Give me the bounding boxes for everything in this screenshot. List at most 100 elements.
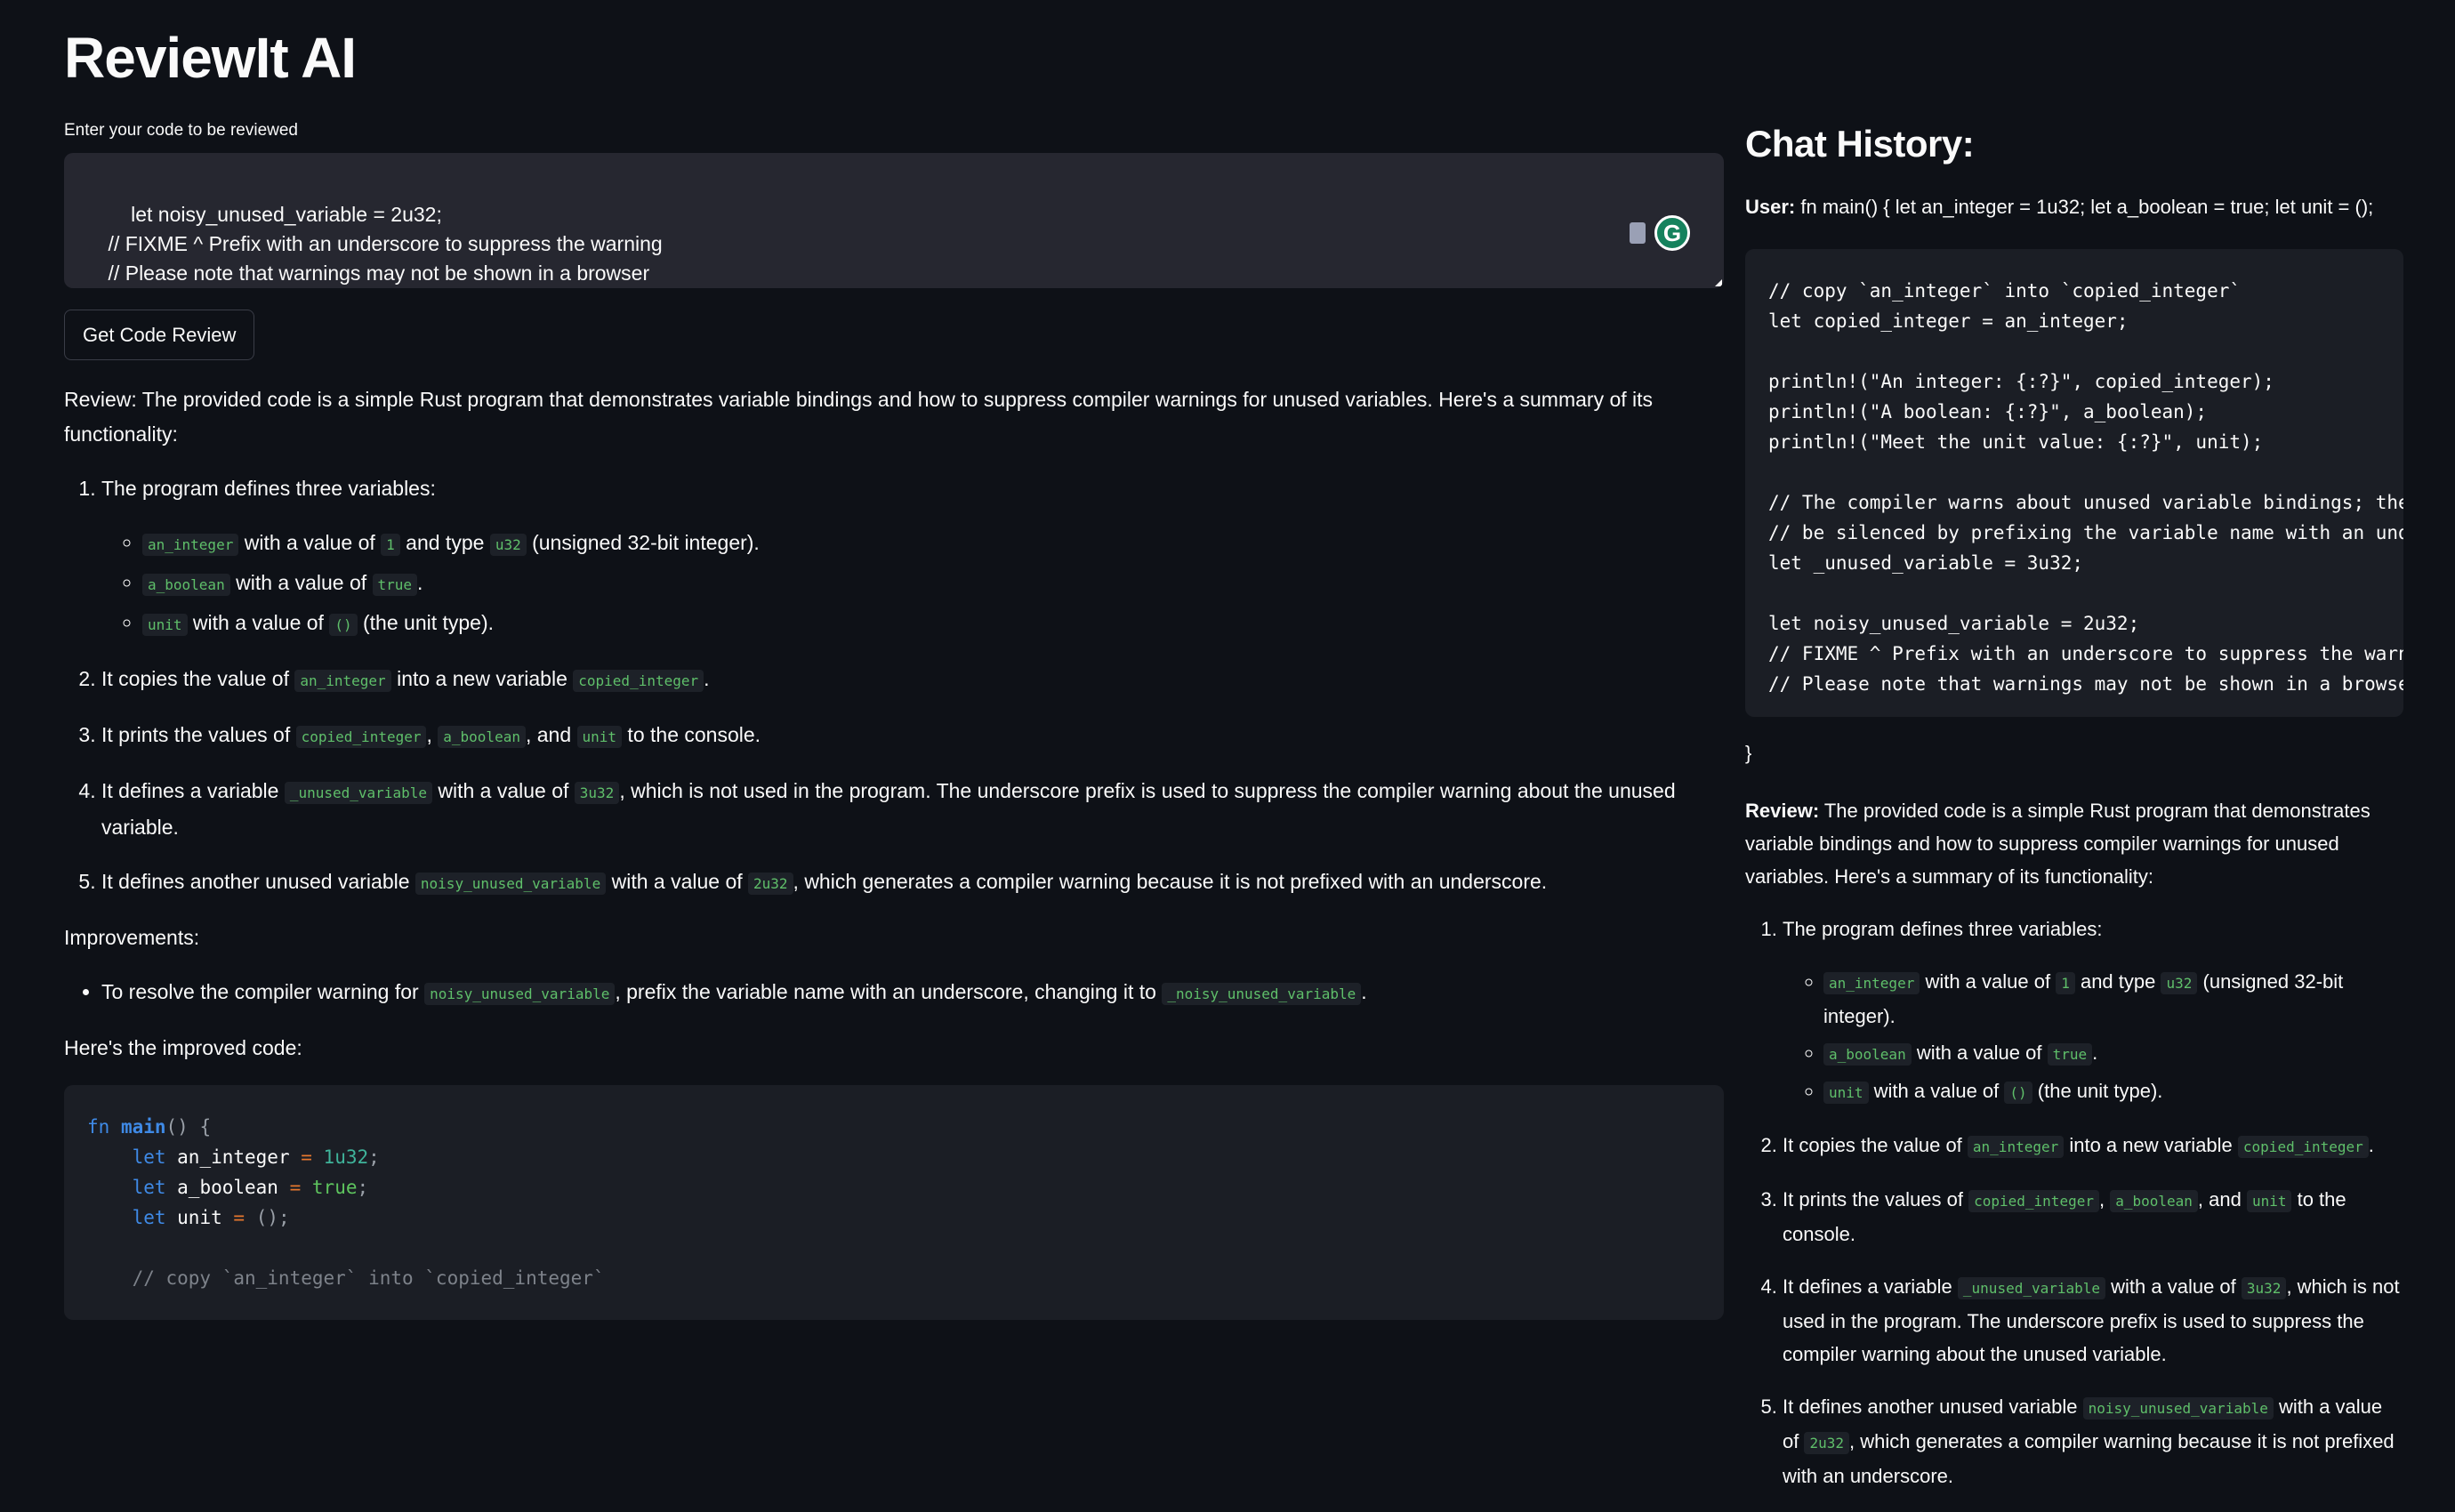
inline-code: u32 [2161, 972, 2198, 994]
text-segment: (the unit type). [357, 611, 495, 634]
user-label: User: [1745, 196, 1796, 218]
inline-code: () [2004, 1082, 2032, 1104]
text-segment: (the unit type). [2032, 1080, 2163, 1102]
chat-review-intro: Review: The provided code is a simple Ru… [1745, 794, 2403, 893]
text-segment: Review: The provided code is a simple Ru… [64, 388, 1654, 446]
list-item: It prints the values of copied_integer , … [1783, 1183, 2403, 1251]
inline-code: noisy_unused_variable [424, 983, 616, 1005]
text-segment: It defines a variable [1783, 1275, 1958, 1298]
text-segment: The program defines three variables: [1783, 918, 2103, 940]
list-item: It defines a variable _unused_variable w… [1783, 1270, 2403, 1371]
inline-code: copied_integer [1968, 1190, 2099, 1212]
code-token: // copy `an_integer` into `copied_intege… [87, 1267, 605, 1289]
user-text: fn main() { let an_integer = 1u32; let a… [1795, 196, 2374, 218]
improved-code-block: fn main() { let an_integer = 1u32; let a… [64, 1085, 1724, 1320]
code-token: a_boolean [165, 1177, 290, 1198]
text-segment: with a value of [431, 779, 575, 802]
text-segment: . [2368, 1134, 2374, 1156]
text-segment: with a value of [187, 611, 330, 634]
inline-code: u32 [489, 534, 527, 556]
code-token: main [120, 1116, 166, 1138]
inline-code: 2u32 [748, 873, 793, 895]
code-token: = [233, 1207, 246, 1228]
code-input[interactable]: let noisy_unused_variable = 2u32; // FIX… [64, 153, 1724, 288]
text-segment: . [704, 667, 710, 690]
inline-code: an_integer [1967, 1136, 2065, 1158]
inline-code: noisy_unused_variable [2082, 1397, 2274, 1420]
improved-code-label: Here's the improved code: [64, 1036, 302, 1059]
text-segment: It defines a variable [101, 779, 285, 802]
text-segment: into a new variable [2064, 1134, 2238, 1156]
code-token: true [311, 1177, 358, 1198]
chat-code-block: // copy `an_integer` into `copied_intege… [1745, 249, 2403, 717]
review-label: Review: [1745, 800, 1820, 822]
inline-code: a_boolean [438, 726, 526, 748]
inline-code: an_integer [142, 534, 239, 556]
code-token: let [132, 1146, 166, 1168]
code-token: fn [87, 1116, 110, 1138]
code-token: let [132, 1177, 166, 1198]
code-token: () { [165, 1116, 212, 1138]
inline-code: copied_integer [573, 670, 704, 692]
code-token: = [289, 1177, 302, 1198]
sub-list-item: an_integer with a value of 1 and type u3… [142, 526, 1724, 562]
sub-list: an_integer with a value of 1 and type u3… [101, 526, 1724, 642]
inline-code: unit [2246, 1190, 2292, 1212]
inline-code: true [372, 574, 418, 596]
sub-list-item: unit with a value of () (the unit type). [1823, 1074, 2403, 1109]
inline-code: a_boolean [142, 574, 230, 596]
page-title: ReviewIt AI [64, 26, 357, 90]
text-segment: with a value of [1911, 1042, 2048, 1064]
inline-code: noisy_unused_variable [415, 873, 607, 895]
closing-brace: } [1745, 742, 1752, 764]
improvements-label: Improvements: [64, 926, 200, 949]
review-list: The program defines three variables: an_i… [1745, 913, 2403, 1492]
inline-code: 3u32 [574, 782, 620, 804]
text-segment: , and [2197, 1188, 2247, 1210]
list-item: The program defines three variables: an_i… [1783, 913, 2403, 1109]
code-token: unit [165, 1207, 234, 1228]
sub-list-item: unit with a value of () (the unit type). [142, 606, 1724, 642]
text-segment: to the console. [622, 723, 761, 746]
text-segment: with a value of [1868, 1080, 2005, 1102]
text-segment: It prints the values of [1783, 1188, 1969, 1210]
text-segment: with a value of [1920, 970, 2057, 993]
extension-icons: G [1630, 215, 1690, 251]
resize-handle[interactable] [1715, 279, 1722, 286]
list-item: To resolve the compiler warning for nois… [101, 975, 1724, 1011]
text-segment: with a value of [606, 870, 749, 893]
text-segment: It copies the value of [101, 667, 295, 690]
inline-code: _unused_variable [284, 782, 432, 804]
inline-code: an_integer [294, 670, 391, 692]
inline-code: _noisy_unused_variable [1162, 983, 1362, 1005]
list-item: The program defines three variables: an_i… [101, 471, 1724, 642]
inline-code: a_boolean [2110, 1190, 2198, 1212]
grammarly-icon[interactable]: G [1654, 215, 1690, 251]
text-segment: It defines another unused variable [1783, 1395, 2083, 1418]
get-code-review-button[interactable]: Get Code Review [64, 310, 255, 360]
inline-code: a_boolean [1823, 1043, 1912, 1066]
inline-code: () [329, 614, 358, 636]
text-segment: (unsigned 32-bit integer). [526, 531, 760, 554]
inline-code: unit [142, 614, 188, 636]
code-token: let [132, 1207, 166, 1228]
review-list: The program defines three variables: an_i… [64, 471, 1724, 901]
clipboard-icon[interactable] [1630, 222, 1646, 244]
code-token: (); [255, 1207, 290, 1228]
text-segment: and type [399, 531, 490, 554]
inline-code: 2u32 [1804, 1432, 1849, 1454]
text-segment: It prints the values of [101, 723, 296, 746]
text-segment: , [426, 723, 439, 746]
code-input-value[interactable]: let noisy_unused_variable = 2u32; // FIX… [85, 203, 663, 288]
code-token: ; [357, 1177, 369, 1198]
review-intro: Review: The provided code is a simple Ru… [64, 382, 1724, 452]
text-segment: To resolve the compiler warning for [101, 980, 425, 1003]
